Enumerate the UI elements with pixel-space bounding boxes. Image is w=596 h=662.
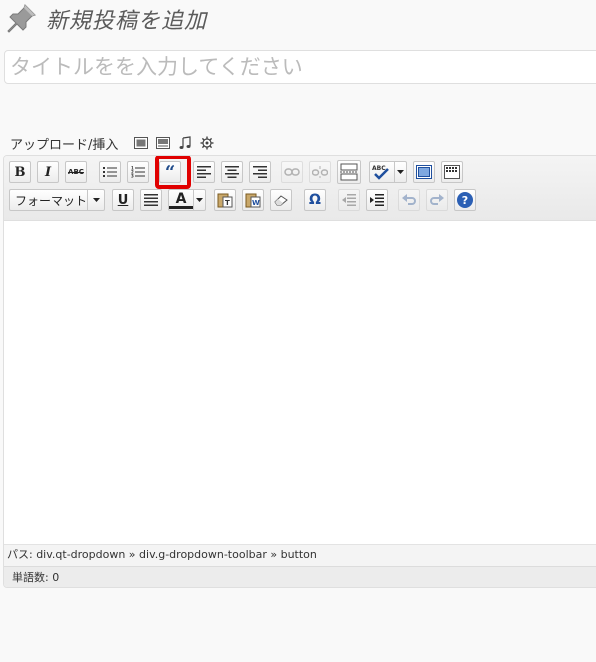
fullscreen-button[interactable] bbox=[413, 161, 435, 183]
format-select-label: フォーマット bbox=[15, 193, 88, 208]
redo-button[interactable] bbox=[426, 189, 448, 211]
element-path: パス: div.qt-dropdown » div.g-dropdown-too… bbox=[7, 548, 317, 561]
help-button[interactable]: ? bbox=[454, 189, 476, 211]
bullet-list-icon bbox=[103, 167, 117, 177]
music-icon[interactable] bbox=[176, 135, 194, 151]
align-center-button[interactable] bbox=[221, 161, 243, 183]
align-right-button[interactable] bbox=[249, 161, 271, 183]
align-center-icon bbox=[225, 166, 239, 178]
text-color-dropdown-icon[interactable] bbox=[193, 190, 205, 210]
editor-content-area[interactable] bbox=[4, 221, 596, 544]
page-break-icon bbox=[340, 163, 358, 181]
word-count: 単語数: 0 bbox=[12, 571, 60, 584]
justify-button[interactable] bbox=[140, 189, 162, 211]
outdent-button[interactable] bbox=[338, 189, 360, 211]
page-header: 新規投稿を追加 bbox=[4, 2, 207, 36]
page-title: 新規投稿を追加 bbox=[46, 9, 208, 34]
link-icon bbox=[284, 168, 300, 176]
insert-link-button[interactable] bbox=[281, 161, 303, 183]
indent-button[interactable] bbox=[366, 189, 388, 211]
bullet-list-button[interactable] bbox=[99, 161, 121, 183]
undo-icon bbox=[402, 194, 416, 205]
pushpin-icon bbox=[4, 2, 38, 36]
paste-word-icon: W bbox=[245, 193, 261, 208]
unlink-icon bbox=[312, 166, 328, 178]
align-left-icon bbox=[197, 166, 211, 178]
editor-path-bar: パス: div.qt-dropdown » div.g-dropdown-too… bbox=[4, 544, 596, 566]
paste-text-button[interactable]: T bbox=[214, 189, 236, 211]
align-left-button[interactable] bbox=[193, 161, 215, 183]
numbered-list-button[interactable]: 123 bbox=[127, 161, 149, 183]
justify-icon bbox=[144, 194, 158, 206]
special-character-button[interactable]: Ω bbox=[304, 189, 326, 211]
text-color-button[interactable]: A bbox=[168, 189, 206, 211]
spellcheck-icon: ABC bbox=[372, 165, 389, 180]
paste-text-icon: T bbox=[217, 193, 233, 208]
numbered-list-icon: 123 bbox=[131, 166, 145, 178]
undo-button[interactable] bbox=[398, 189, 420, 211]
underline-button[interactable]: U bbox=[112, 189, 134, 211]
paste-word-button[interactable]: W bbox=[242, 189, 264, 211]
spellcheck-button[interactable]: ABC bbox=[369, 161, 407, 183]
fullscreen-icon bbox=[416, 165, 432, 179]
svg-text:ABC: ABC bbox=[372, 165, 386, 172]
indent-icon bbox=[370, 194, 384, 206]
editor-toolbar: B I ABC 123 “ ABC フォーマット U A T W Ω ? bbox=[4, 156, 596, 221]
insert-more-button[interactable] bbox=[337, 160, 361, 184]
post-editor: B I ABC 123 “ ABC フォーマット U A T W Ω ? パス:… bbox=[3, 155, 596, 588]
upload-insert-row: アップロード/挿入 bbox=[10, 133, 216, 153]
svg-text:T: T bbox=[225, 199, 230, 207]
svg-text:W: W bbox=[252, 199, 260, 207]
outdent-icon bbox=[342, 194, 356, 206]
chevron-down-icon bbox=[87, 190, 104, 210]
video-icon[interactable] bbox=[154, 135, 172, 151]
unlink-button[interactable] bbox=[309, 161, 331, 183]
editor-status-bar: 単語数: 0 bbox=[4, 566, 596, 587]
kitchen-sink-button[interactable] bbox=[441, 161, 463, 183]
redo-icon bbox=[430, 194, 444, 205]
spellcheck-dropdown-icon[interactable] bbox=[394, 162, 406, 182]
help-icon: ? bbox=[457, 192, 473, 208]
strikethrough-button[interactable]: ABC bbox=[65, 161, 87, 183]
remove-format-button[interactable] bbox=[270, 189, 292, 211]
post-title-input[interactable] bbox=[4, 50, 596, 84]
italic-button[interactable]: I bbox=[37, 161, 59, 183]
format-select[interactable]: フォーマット bbox=[9, 189, 105, 211]
bold-button[interactable]: B bbox=[9, 161, 31, 183]
align-right-icon bbox=[253, 166, 267, 178]
blockquote-button[interactable]: “ bbox=[159, 161, 181, 183]
eraser-icon bbox=[274, 195, 288, 206]
svg-text:3: 3 bbox=[131, 174, 134, 179]
image-icon[interactable] bbox=[132, 135, 150, 151]
kitchen-sink-icon bbox=[444, 165, 460, 179]
upload-insert-label: アップロード/挿入 bbox=[10, 137, 119, 153]
media-gear-icon[interactable] bbox=[198, 135, 216, 151]
